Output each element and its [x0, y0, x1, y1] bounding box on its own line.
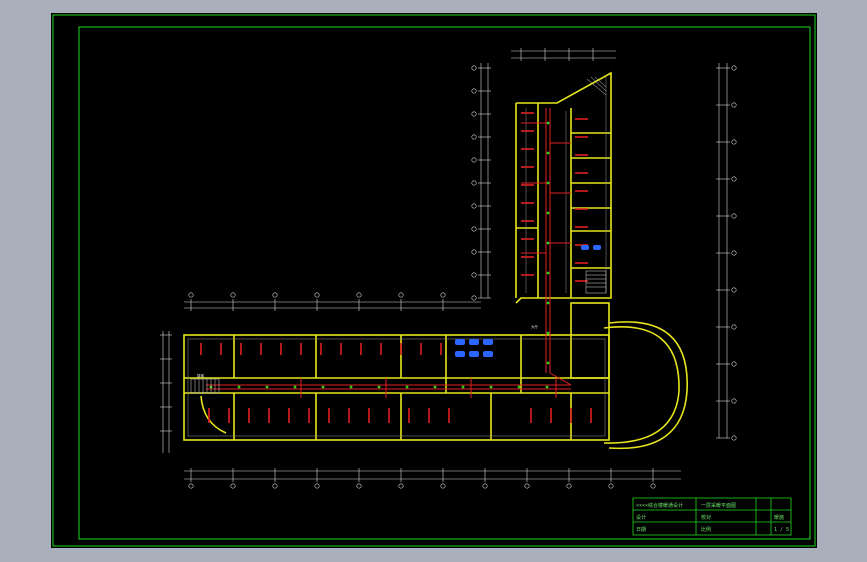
- valve: [546, 121, 550, 125]
- grid-bubble: [608, 483, 614, 489]
- valve: [546, 241, 550, 245]
- valve: [489, 385, 493, 389]
- valve: [377, 385, 381, 389]
- grid-bubble: [471, 88, 477, 94]
- floor-plan-drawing: ××××综合楼暖通设计 一层采暖平面图 设计 校对 日期 比例 暖施 1 / 5: [52, 14, 816, 547]
- grid-bubble: [566, 483, 572, 489]
- grid-bubble: [230, 483, 236, 489]
- grid-bubble: [440, 483, 446, 489]
- grid-bubble: [272, 483, 278, 489]
- valve: [461, 385, 465, 389]
- grid-bubble: [398, 483, 404, 489]
- grid-bubble: [731, 287, 737, 293]
- grid-bubble: [314, 292, 320, 298]
- checker-text: 校对: [701, 514, 711, 521]
- grid-bubble: [524, 483, 530, 489]
- designer-text: 设计: [636, 514, 646, 521]
- grid-bubble: [440, 292, 446, 298]
- dimension-ticks: [160, 48, 737, 489]
- valve: [546, 301, 550, 305]
- grid-bubble: [471, 203, 477, 209]
- grid-bubble: [356, 483, 362, 489]
- grid-bubble: [482, 483, 488, 489]
- scale-text: 比例: [701, 526, 711, 533]
- grid-bubble: [731, 361, 737, 367]
- stair-hatch: [190, 76, 607, 394]
- valve: [546, 361, 550, 365]
- valve: [405, 385, 409, 389]
- sheet-no-text: 暖施: [774, 514, 784, 521]
- grid-bubble: [188, 292, 194, 298]
- valve: [433, 385, 437, 389]
- grid-bubble: [650, 483, 656, 489]
- date-text: 日期: [636, 527, 646, 533]
- grid-bubble: [471, 180, 477, 186]
- radiators: [200, 112, 592, 423]
- grid-bubble: [230, 292, 236, 298]
- grid-bubble: [731, 324, 737, 330]
- inner-wall-lines: [187, 77, 607, 437]
- sanitary-fixtures: [455, 245, 601, 357]
- grid-bubble: [471, 295, 477, 301]
- dimension-lines: [162, 50, 728, 480]
- grid-bubble: [731, 65, 737, 71]
- valve: [265, 385, 269, 389]
- grid-bubble: [272, 292, 278, 298]
- outer-border: [52, 14, 816, 547]
- grid-bubble: [731, 398, 737, 404]
- grid-bubble: [471, 226, 477, 232]
- grid-bubble: [731, 176, 737, 182]
- stair-label: 楼梯: [197, 373, 204, 378]
- valve: [546, 331, 550, 335]
- valve: [546, 271, 550, 275]
- cad-viewport[interactable]: ××××综合楼暖通设计 一层采暖平面图 设计 校对 日期 比例 暖施 1 / 5: [51, 13, 817, 548]
- grid-bubble: [356, 292, 362, 298]
- valve: [293, 385, 297, 389]
- inner-border: [78, 26, 811, 540]
- grid-bubble: [731, 102, 737, 108]
- valve: [349, 385, 353, 389]
- valve: [545, 385, 549, 389]
- grid-bubble: [731, 435, 737, 441]
- valve: [546, 151, 550, 155]
- valve: [517, 385, 521, 389]
- sheet-number-text: 1 / 5: [774, 527, 789, 533]
- building-walls: [183, 71, 688, 450]
- valve: [237, 385, 241, 389]
- project-name-text: ××××综合楼暖通设计: [636, 502, 683, 509]
- grid-bubble: [471, 134, 477, 140]
- valve: [321, 385, 325, 389]
- grid-bubble: [314, 483, 320, 489]
- grid-bubble: [471, 111, 477, 117]
- grid-bubble: [731, 213, 737, 219]
- grid-bubble: [471, 65, 477, 71]
- hall-label: 大厅: [531, 324, 539, 329]
- grid-bubble: [731, 250, 737, 256]
- grid-bubble: [471, 272, 477, 278]
- grid-bubble: [471, 157, 477, 163]
- title-block: ××××综合楼暖通设计 一层采暖平面图 设计 校对 日期 比例 暖施 1 / 5: [632, 497, 792, 536]
- valve: [546, 211, 550, 215]
- grid-bubble: [398, 292, 404, 298]
- drawing-name-text: 一层采暖平面图: [701, 502, 736, 509]
- grid-bubble: [471, 249, 477, 255]
- grid-bubble: [188, 483, 194, 489]
- grid-bubble: [731, 139, 737, 145]
- valve: [546, 181, 550, 185]
